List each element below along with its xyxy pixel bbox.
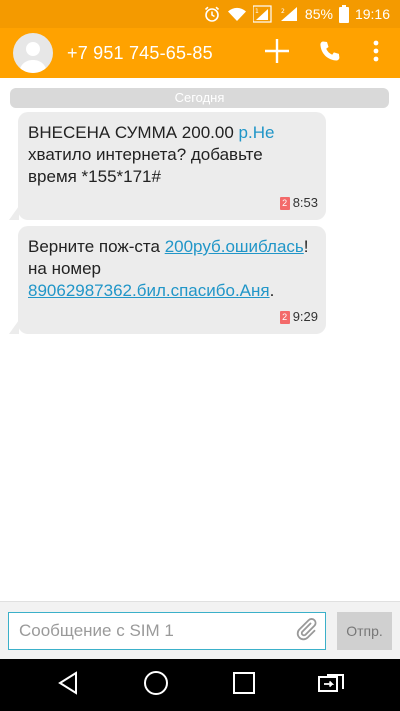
message-link[interactable]: 200руб.ошиблась [165,237,304,256]
compose-bar: Отпр. [0,601,400,660]
sim-switch-button[interactable] [307,659,357,711]
contact-title: +7 951 745-65-85 [67,43,213,63]
message-time: 9:29 [292,309,318,324]
battery-percent: 85% [304,6,333,22]
home-button[interactable] [131,659,181,711]
message-meta: 2 8:53 [279,192,318,214]
recents-button[interactable] [219,659,269,711]
message-text: ВНЕСЕНА СУММА 200.00 [28,123,239,142]
message-meta: 2 9:29 [279,306,318,328]
message-input[interactable] [9,613,289,649]
message-input-box [8,612,326,650]
message-text: . [269,281,275,300]
status-bar: 1 2 85% 19:16 [0,0,400,28]
back-triangle-icon [57,670,79,700]
attach-button[interactable] [291,616,321,646]
home-circle-icon [143,670,169,701]
sim-badge: 2 [279,310,290,324]
recents-square-icon [232,671,256,700]
paperclip-icon [295,617,317,646]
phone-icon [318,39,342,68]
message-text: хватило интернета? добавьте время *155*1… [28,145,263,186]
call-button[interactable] [310,28,350,78]
message-link[interactable]: р.Не [239,123,275,142]
message-link[interactable]: 89062987362.бил.спасибо.Аня [28,281,270,300]
avatar-icon[interactable] [13,33,53,73]
message-bubble[interactable]: ВНЕСЕНА СУММА 200.00 р.Не хватило интерн… [9,112,326,220]
svg-text:2: 2 [281,8,285,15]
sim-badge: 2 [279,196,290,210]
alarm-icon [203,5,221,23]
wifi-icon [227,6,247,22]
message-bubble[interactable]: Верните пож-ста 200руб.ошиблась! на номе… [9,226,326,334]
send-button[interactable]: Отпр. [337,612,392,650]
plus-icon [264,38,290,69]
back-button[interactable] [43,659,93,711]
date-divider: Сегодня [10,88,389,108]
sim-switch-icon [317,671,347,700]
signal-icon: 1 [252,5,273,23]
battery-icon [338,5,349,23]
message-text: Верните пож-ста [28,237,165,256]
more-options-button[interactable] [356,28,396,78]
svg-text:1: 1 [255,8,259,15]
conversation-header: +7 951 745-65-85 [0,28,400,78]
navigation-bar [0,659,400,711]
add-button[interactable] [257,28,297,78]
status-time: 19:16 [354,6,390,22]
message-time: 8:53 [292,195,318,210]
signal-icon: 2 [279,5,299,23]
more-vert-icon [373,40,379,67]
